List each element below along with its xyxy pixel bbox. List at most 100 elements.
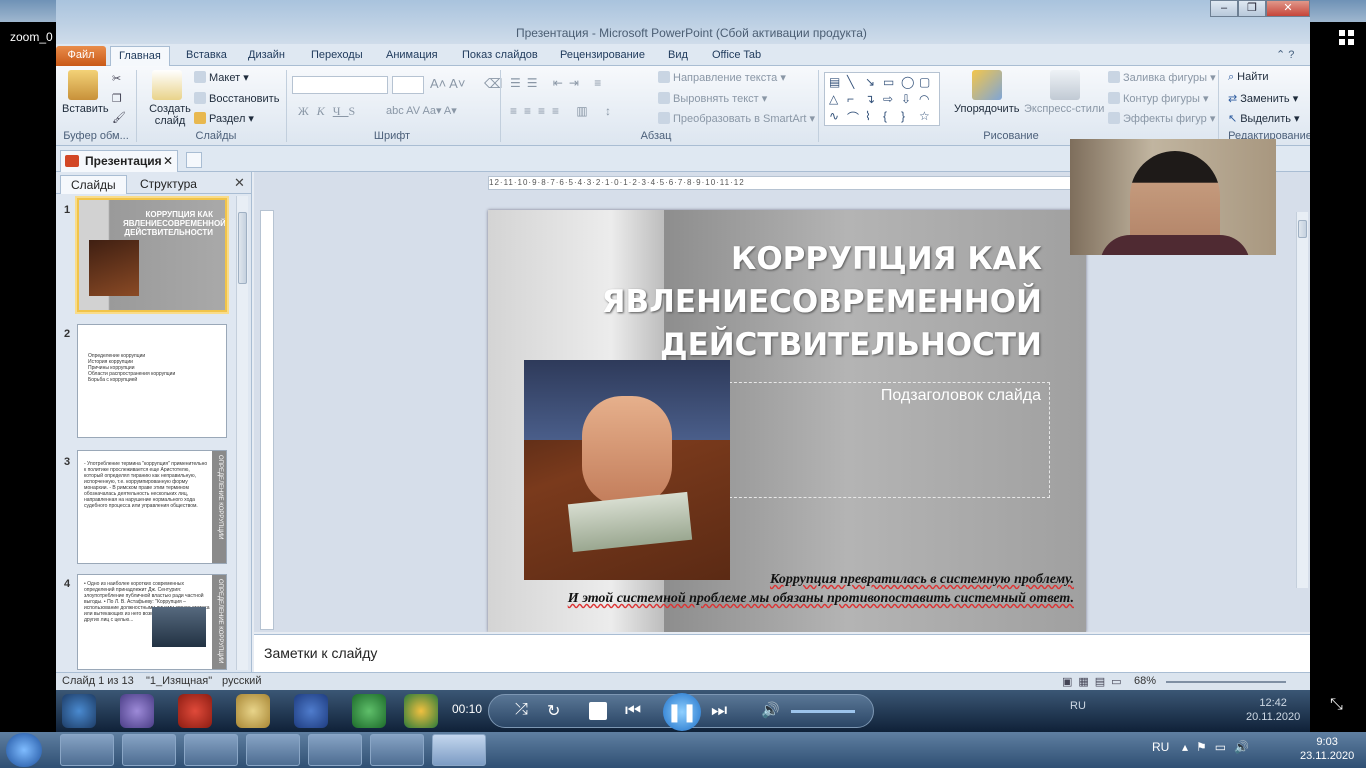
elbow-connector-icon[interactable]: ⌐	[847, 92, 854, 106]
taskbar-excel-icon[interactable]	[370, 734, 424, 766]
taskbar-paint-icon[interactable]	[184, 734, 238, 766]
new-slide-icon[interactable]	[152, 70, 182, 100]
triangle-shape-icon[interactable]: △	[829, 92, 838, 106]
tab-outline[interactable]: Структура	[130, 175, 207, 194]
smartart-button[interactable]: Преобразовать в SmartArt ▾	[658, 112, 815, 125]
exit-fullscreen-icon[interactable]: ⤡	[1330, 696, 1343, 714]
shuffle-icon[interactable]: ⤮	[515, 701, 528, 719]
view-buttons[interactable]: ▣▦▤▭	[1062, 675, 1128, 688]
windows-start-icon[interactable]	[6, 733, 42, 767]
font-spacing-buttons[interactable]: abc AV Aa▾ A▾	[386, 104, 457, 117]
previous-icon[interactable]: ⏮	[625, 700, 641, 721]
find-button[interactable]: ⌕ Найти	[1228, 71, 1269, 84]
shape-effects-button[interactable]: Эффекты фигур ▾	[1108, 112, 1215, 125]
zoom-slider[interactable]	[1166, 681, 1286, 683]
media-app-icon[interactable]	[236, 694, 270, 728]
copy-icon[interactable]: ❐	[112, 92, 122, 105]
status-theme[interactable]: "1_Изящная"	[146, 675, 212, 687]
arc-shape-icon[interactable]: ◠	[919, 92, 929, 106]
select-button[interactable]: ↖ Выделить ▾	[1228, 112, 1300, 125]
volume-slider[interactable]	[791, 710, 855, 713]
shape-outline-button[interactable]: Контур фигуры ▾	[1108, 92, 1209, 105]
align-text-button[interactable]: Выровнять текст ▾	[658, 92, 767, 105]
media-app-icon[interactable]	[120, 694, 154, 728]
shapes-gallery[interactable]: ▤ ╲ ↘ ▭ ◯ ▢ △ ⌐ ↴ ⇨ ⇩ ◠ ∿ ⌒ ⌇ { } ☆	[824, 72, 940, 126]
scribble-shape-icon[interactable]: ⌇	[865, 109, 871, 123]
font-size-combo[interactable]	[392, 76, 424, 94]
tab-slides[interactable]: Слайды	[60, 175, 127, 194]
right-arrow-shape-icon[interactable]: ⇨	[883, 92, 893, 106]
taskbar-language[interactable]: RU	[1152, 740, 1169, 754]
document-tab-close-icon[interactable]: ✕	[163, 151, 173, 171]
taskbar-chrome-icon[interactable]	[122, 734, 176, 766]
media-app-icon[interactable]	[294, 694, 328, 728]
tab-animation[interactable]: Анимация	[386, 46, 438, 66]
tab-home[interactable]: Главная	[110, 46, 170, 66]
text-direction-button[interactable]: Направление текста ▾	[658, 71, 786, 84]
arrange-icon[interactable]	[972, 70, 1002, 100]
font-style-buttons[interactable]: ЖКЧS	[298, 104, 363, 119]
repeat-icon[interactable]: ↻	[547, 701, 560, 721]
ribbon-collapse-icon[interactable]: ⌃ ?	[1276, 46, 1294, 66]
panel-close-icon[interactable]: ✕	[234, 175, 245, 191]
rectangle-shape-icon[interactable]: ▭	[883, 75, 894, 89]
replace-button[interactable]: ⇄ Заменить ▾	[1228, 92, 1298, 105]
slide-title[interactable]: КОРРУПЦИЯ КАК ЯВЛЕНИЕСОВРЕМЕННОЙ ДЕЙСТВИ…	[522, 238, 1042, 367]
tab-slideshow[interactable]: Показ слайдов	[462, 46, 538, 66]
document-tab-presentation[interactable]: Презентация ✕	[60, 150, 178, 172]
tab-design[interactable]: Дизайн	[248, 46, 285, 66]
reset-button[interactable]: Восстановить	[194, 92, 279, 105]
curved-connector-icon[interactable]: ↴	[865, 92, 875, 106]
slide-quote[interactable]: Коррупция превратилась в системную пробл…	[548, 570, 1074, 608]
section-button[interactable]: Раздел ▾	[194, 112, 254, 125]
curve-shape-icon[interactable]: ∿	[829, 109, 839, 123]
line-shape-icon[interactable]: ╲	[847, 75, 854, 89]
notes-pane[interactable]: Заметки к слайду	[254, 634, 1310, 672]
oval-shape-icon[interactable]: ◯	[901, 75, 914, 89]
font-grow-icon[interactable]: A˄ A˅	[430, 76, 465, 91]
tab-view[interactable]: Вид	[668, 46, 688, 66]
tab-insert[interactable]: Вставка	[186, 46, 227, 66]
zoom-view-grid-icon[interactable]	[1339, 30, 1355, 46]
brace-left-shape-icon[interactable]: {	[883, 109, 887, 123]
paste-icon[interactable]	[68, 70, 98, 100]
textbox-shape-icon[interactable]: ▤	[829, 75, 840, 89]
stop-icon[interactable]	[589, 702, 607, 720]
font-family-combo[interactable]	[292, 76, 388, 94]
shape-fill-button[interactable]: Заливка фигуры ▾	[1108, 71, 1216, 84]
pause-icon[interactable]: ❚❚	[663, 693, 701, 731]
taskbar-media-player-icon[interactable]	[432, 734, 486, 766]
down-arrow-shape-icon[interactable]: ⇩	[901, 92, 911, 106]
slide-thumbnail-4[interactable]: • Одно из наиболее коротких современных …	[77, 574, 227, 670]
tray-icons[interactable]: ▴⚑▭🔊	[1182, 740, 1257, 754]
arrow-line-shape-icon[interactable]: ↘	[865, 75, 875, 89]
taskbar-explorer-icon[interactable]	[60, 734, 114, 766]
quick-styles-button[interactable]: Экспресс-стили	[1024, 103, 1104, 115]
paste-button[interactable]: Вставить	[62, 103, 109, 115]
status-language[interactable]: русский	[222, 675, 261, 687]
layout-button[interactable]: Макет ▾	[194, 71, 249, 84]
media-start-icon[interactable]	[62, 694, 96, 728]
media-app-icon[interactable]	[404, 694, 438, 728]
taskbar-clock[interactable]: 9:03 23.11.2020	[1300, 735, 1354, 763]
media-app-icon[interactable]	[178, 694, 212, 728]
cut-icon[interactable]: ✂	[112, 72, 121, 85]
next-icon[interactable]: ⏭	[711, 700, 727, 721]
format-painter-icon[interactable]: 🖌	[112, 111, 126, 124]
tab-file[interactable]: Файл	[56, 46, 106, 66]
volume-icon[interactable]: 🔊	[761, 701, 780, 719]
freeform-shape-icon[interactable]: ⌒	[847, 109, 859, 126]
hands-money-photo[interactable]	[524, 360, 730, 580]
rounded-rect-shape-icon[interactable]: ▢	[919, 75, 930, 89]
quick-styles-icon[interactable]	[1050, 70, 1080, 100]
tab-transitions[interactable]: Переходы	[311, 46, 363, 66]
new-document-tab-icon[interactable]	[186, 152, 202, 168]
editor-scroll-thumb[interactable]	[1298, 220, 1307, 238]
star-shape-icon[interactable]: ☆	[919, 109, 930, 123]
taskbar-skype-icon[interactable]	[308, 734, 362, 766]
slide-thumbnail-1[interactable]: КОРРУПЦИЯ КАК ЯВЛЕНИЕСОВРЕМЕННОЙ ДЕЙСТВИ…	[77, 198, 227, 312]
align-buttons[interactable]: ≡≡≡≡ ▥ ↕	[510, 104, 618, 118]
panel-scrollbar[interactable]	[236, 196, 248, 670]
close-button[interactable]: ✕	[1266, 0, 1310, 17]
subtitle-placeholder[interactable]: Подзаголовок слайда	[724, 382, 1050, 498]
